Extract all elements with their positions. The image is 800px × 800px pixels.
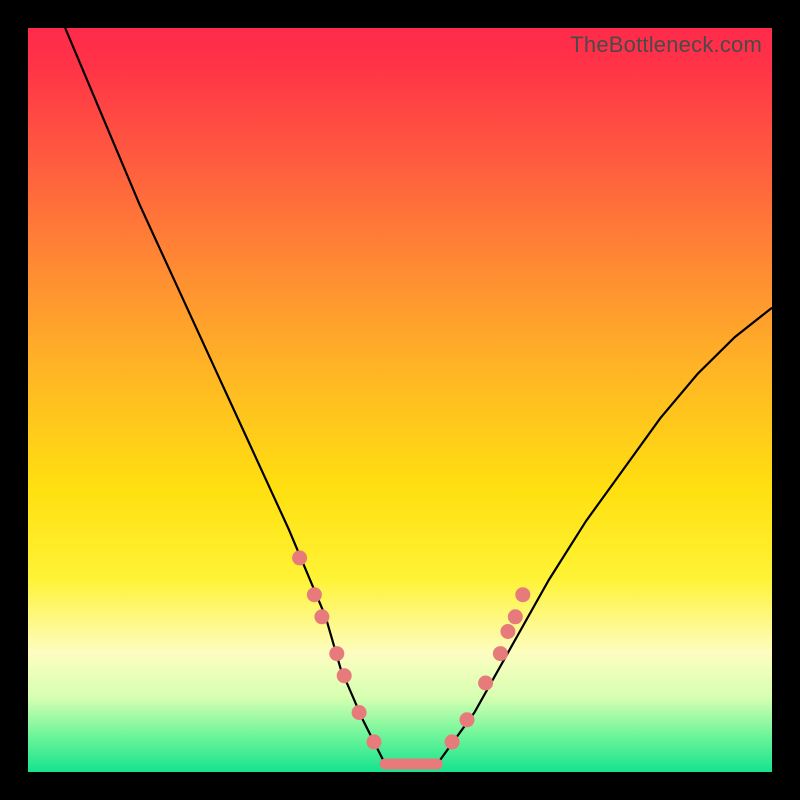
curve-marker bbox=[337, 668, 352, 683]
curve-marker bbox=[314, 609, 329, 624]
markers-left-group bbox=[292, 550, 381, 749]
curve-marker bbox=[367, 734, 382, 749]
chart-svg bbox=[28, 28, 772, 772]
curve-marker bbox=[515, 587, 530, 602]
chart-frame: TheBottleneck.com bbox=[0, 0, 800, 800]
curve-marker bbox=[329, 646, 344, 661]
curve-marker bbox=[352, 705, 367, 720]
curve-marker bbox=[493, 646, 508, 661]
bottleneck-curve bbox=[65, 28, 772, 764]
curve-marker bbox=[292, 550, 307, 565]
curve-marker bbox=[478, 676, 493, 691]
curve-marker bbox=[500, 624, 515, 639]
curve-marker bbox=[508, 609, 523, 624]
curve-marker bbox=[307, 587, 322, 602]
curve-marker bbox=[460, 712, 475, 727]
curve-marker bbox=[445, 734, 460, 749]
chart-plot-area: TheBottleneck.com bbox=[28, 28, 772, 772]
markers-right-group bbox=[445, 587, 531, 749]
